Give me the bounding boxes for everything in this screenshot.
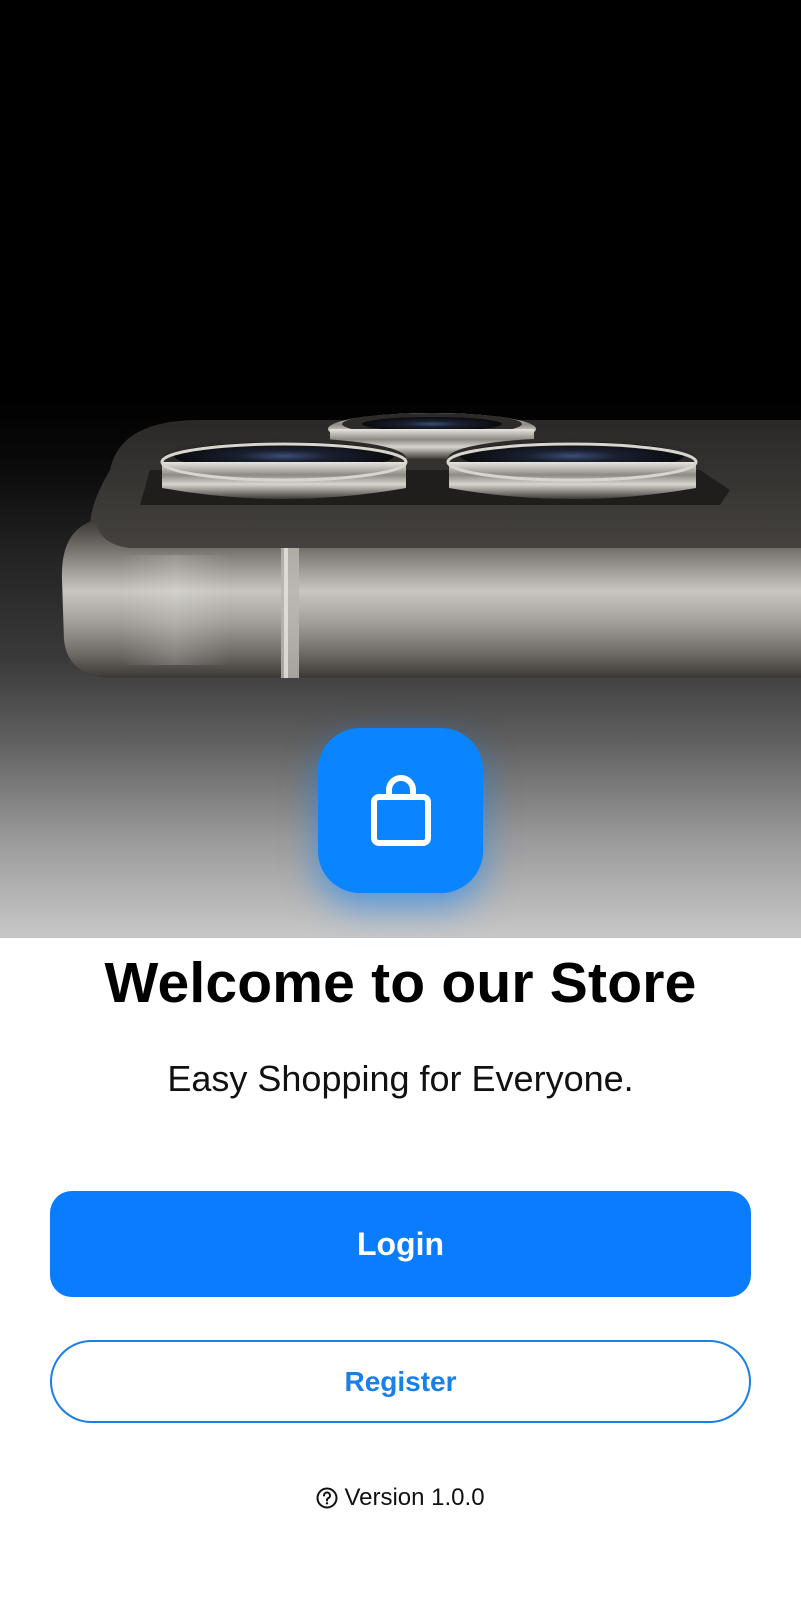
shopping-bag-icon <box>370 774 431 846</box>
welcome-subtitle: Easy Shopping for Everyone. <box>167 1058 634 1099</box>
welcome-screen: Welcome to our Store Easy Shopping for E… <box>0 0 801 1600</box>
version-text: Version 1.0.0 <box>344 1484 485 1511</box>
app-logo <box>318 728 483 893</box>
register-button[interactable]: Register <box>50 1340 751 1423</box>
login-button-label: Login <box>356 1225 445 1262</box>
version-info: Version 1.0.0 <box>0 1484 801 1512</box>
login-button[interactable]: Login <box>50 1191 751 1297</box>
register-button-label: Register <box>344 1365 457 1397</box>
help-circle-icon <box>316 1487 338 1509</box>
welcome-title: Welcome to our Store <box>104 951 697 1015</box>
